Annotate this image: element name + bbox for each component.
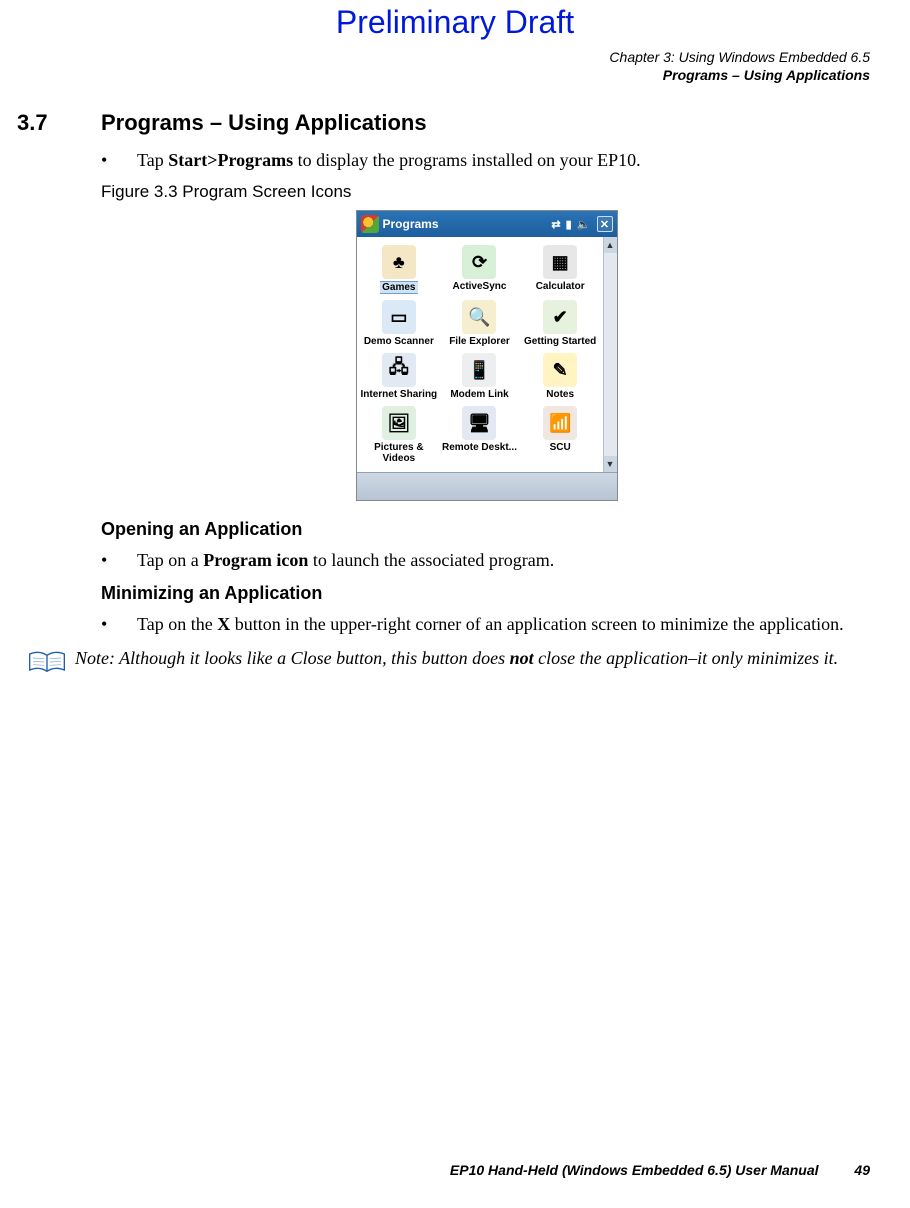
minimizing-app-heading: Minimizing an Application	[101, 583, 872, 604]
app-label: Calculator	[536, 281, 585, 292]
device-titlebar: Programs ⇄ ▮ 🔈 ✕	[357, 211, 617, 237]
app-label: Modem Link	[450, 389, 508, 400]
app-label: Internet Sharing	[360, 389, 437, 400]
app-glyph-icon: ✔	[543, 300, 577, 334]
section-title: Programs – Using Applications	[101, 110, 427, 136]
minimize-bold: X	[217, 614, 230, 634]
note-book-icon	[27, 646, 75, 681]
opening-app-bullet: • Tap on a Program icon to launch the as…	[101, 548, 872, 572]
program-icon: 📶 SCU	[520, 404, 601, 466]
app-label: Games	[380, 281, 417, 294]
app-glyph-icon: 🖼	[382, 406, 416, 440]
note-label: Note:	[75, 648, 119, 668]
header-section: Programs – Using Applications	[609, 66, 870, 84]
header-chapter: Chapter 3: Using Windows Embedded 6.5	[609, 48, 870, 66]
scroll-up-icon: ▲	[604, 237, 617, 253]
section-heading: 3.7 Programs – Using Applications	[17, 110, 872, 136]
figure-caption: Figure 3.3 Program Screen Icons	[101, 182, 872, 202]
titlebar-text: Programs	[383, 217, 439, 231]
note-block: Note: Although it looks like a Close but…	[27, 646, 872, 681]
app-glyph-icon: 🖧	[382, 353, 416, 387]
page-number: 49	[854, 1162, 870, 1178]
minimize-pre: Tap on the	[137, 614, 217, 634]
bullet-icon: •	[101, 612, 137, 636]
minimize-post: button in the upper-right corner of an a…	[230, 614, 843, 634]
program-icon: 📱 Modem Link	[439, 351, 520, 402]
intro-bullet: • Tap Start>Programs to display the prog…	[101, 148, 872, 172]
note-t1: Although it looks like a Close button, t…	[119, 648, 509, 668]
app-label: Notes	[546, 389, 574, 400]
app-label: File Explorer	[449, 336, 510, 347]
app-label: SCU	[550, 442, 571, 453]
minimizing-app-bullet: • Tap on the X button in the upper-right…	[101, 612, 872, 636]
app-glyph-icon: 📶	[543, 406, 577, 440]
status-icons: ⇄ ▮ 🔈	[551, 218, 591, 231]
program-icon: ♣ Games	[359, 243, 440, 296]
app-label: Getting Started	[524, 336, 596, 347]
program-icon: 🖥 Remote Deskt...	[439, 404, 520, 466]
programs-screenshot: Programs ⇄ ▮ 🔈 ✕ ♣ Games ⟳ ActiveSync ▦ Calcu…	[356, 210, 618, 501]
intro-post: to display the programs installed on you…	[293, 150, 640, 170]
opening-bold: Program icon	[203, 550, 308, 570]
opening-post: to launch the associated program.	[308, 550, 554, 570]
scroll-down-icon: ▼	[604, 456, 617, 472]
app-glyph-icon: 🔍	[462, 300, 496, 334]
program-icon: ▦ Calculator	[520, 243, 601, 296]
app-glyph-icon: ⟳	[462, 245, 496, 279]
program-icon: ✔ Getting Started	[520, 298, 601, 349]
preliminary-draft-watermark: Preliminary Draft	[0, 4, 910, 41]
app-glyph-icon: ▭	[382, 300, 416, 334]
device-bottom-bar	[357, 472, 617, 500]
intro-pre: Tap	[137, 150, 168, 170]
footer-text: EP10 Hand-Held (Windows Embedded 6.5) Us…	[450, 1162, 819, 1178]
program-icon: 🖧 Internet Sharing	[359, 351, 440, 402]
app-glyph-icon: 🖥	[462, 406, 496, 440]
bullet-icon: •	[101, 148, 137, 172]
page-footer: EP10 Hand-Held (Windows Embedded 6.5) Us…	[450, 1162, 870, 1178]
intro-bold: Start>Programs	[168, 150, 293, 170]
app-label: Demo Scanner	[364, 336, 434, 347]
bullet-icon: •	[101, 548, 137, 572]
note-not: not	[510, 648, 534, 668]
program-icon: ✎ Notes	[520, 351, 601, 402]
app-glyph-icon: ▦	[543, 245, 577, 279]
running-header: Chapter 3: Using Windows Embedded 6.5 Pr…	[609, 48, 870, 84]
scrollbar: ▲ ▼	[603, 237, 617, 472]
note-t2: close the application–it only minimizes …	[534, 648, 838, 668]
start-flag-icon	[361, 215, 379, 233]
program-icon: 🔍 File Explorer	[439, 298, 520, 349]
section-number: 3.7	[17, 110, 101, 136]
opening-app-heading: Opening an Application	[101, 519, 872, 540]
program-icon: ⟳ ActiveSync	[439, 243, 520, 296]
program-icon: ▭ Demo Scanner	[359, 298, 440, 349]
opening-pre: Tap on a	[137, 550, 203, 570]
programs-grid: ♣ Games ⟳ ActiveSync ▦ Calculator ▭ Demo Scanne…	[357, 237, 603, 472]
program-icon: 🖼Pictures & Videos	[359, 404, 440, 466]
app-label: Pictures & Videos	[360, 442, 439, 464]
app-glyph-icon: 📱	[462, 353, 496, 387]
close-icon: ✕	[597, 216, 613, 232]
app-label: ActiveSync	[453, 281, 507, 292]
app-glyph-icon: ♣	[382, 245, 416, 279]
app-label: Remote Deskt...	[442, 442, 517, 453]
app-glyph-icon: ✎	[543, 353, 577, 387]
